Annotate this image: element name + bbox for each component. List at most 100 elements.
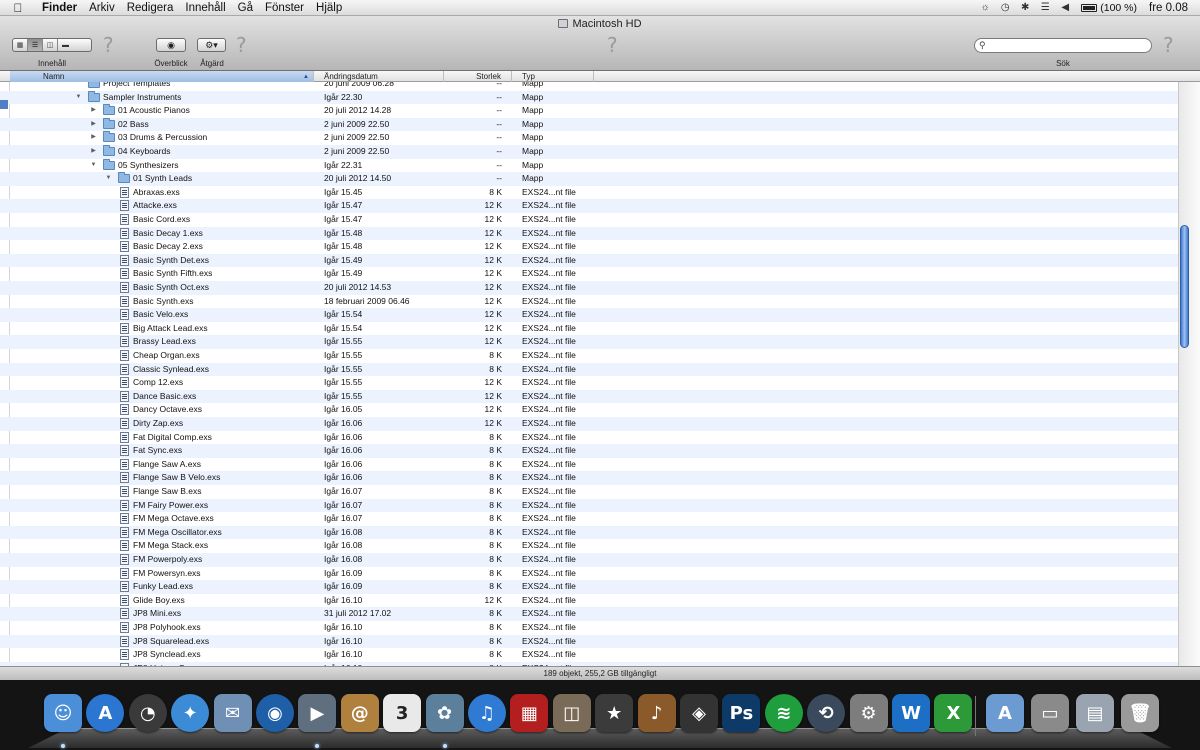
file-row[interactable]: Comp 12.exs Igår 15.55 12 K EXS24...nt file (0, 376, 1178, 390)
file-row[interactable]: Funky Lead.exs Igår 16.09 8 K EXS24...nt fi… (0, 580, 1178, 594)
bluetooth-icon[interactable]: ✱ (1015, 0, 1035, 16)
file-row[interactable]: Dance Basic.exs Igår 15.55 12 K EXS24...nt … (0, 389, 1178, 404)
dashboard-icon[interactable]: ◔ (128, 694, 167, 732)
menu-clock[interactable]: fre 0.08 (1143, 0, 1194, 16)
facetime-icon[interactable]: ▶ (298, 694, 337, 732)
disclosure-open-icon[interactable]: ▼ (89, 159, 98, 173)
file-row[interactable]: Classic Synlead.exs Igår 15.55 8 K EXS24...… (0, 362, 1178, 377)
safari-icon[interactable]: ✦ (171, 694, 210, 732)
disclosure-closed-icon[interactable]: ▶ (89, 118, 98, 132)
file-row[interactable]: Basic Synth Det.exs Igår 15.49 12 K EXS24..… (0, 253, 1178, 268)
file-row[interactable]: FM Mega Oscillator.exs Igår 16.08 8 K EXS24… (0, 525, 1178, 540)
word-icon[interactable]: W (892, 694, 930, 732)
file-row[interactable]: Basic Synth.exs 18 februari 2009 06.46 12 … (0, 295, 1178, 309)
trash-icon[interactable]: 🗑 (1121, 694, 1159, 732)
system-preferences-icon[interactable]: ⚙ (849, 694, 888, 732)
disclosure-closed-icon[interactable]: ▶ (89, 104, 98, 118)
folder-row[interactable]: ▶ 02 Bass 2 juni 2009 22.50 -- Mapp (0, 117, 1178, 132)
file-row[interactable]: Basic Decay 1.exs Igår 15.48 12 K EXS24...n… (0, 226, 1178, 241)
menu-fonster[interactable]: Fönster (259, 0, 310, 16)
file-row[interactable]: Dirty Zap.exs Igår 16.06 12 K EXS24...nt fi… (0, 417, 1178, 431)
search-field[interactable]: ⚲ (974, 38, 1152, 53)
imovie-icon[interactable]: ★ (595, 694, 634, 732)
file-row[interactable]: Basic Synth Oct.exs 20 juli 2012 14.53 12 … (0, 281, 1178, 295)
excel-icon[interactable]: X (934, 694, 973, 732)
file-row[interactable]: FM Mega Octave.exs Igår 16.07 8 K EXS24...n… (0, 512, 1178, 526)
list-view-icon[interactable]: ☰ (28, 39, 43, 51)
folder-row[interactable]: ▼ Sampler Instruments Igår 22.30 -- Mapp (0, 90, 1178, 105)
app-store-icon[interactable]: A (86, 694, 125, 732)
sync-status-icon[interactable]: ☼ (975, 0, 995, 16)
disclosure-closed-icon[interactable]: ▶ (89, 131, 98, 145)
search-input[interactable] (989, 40, 1147, 51)
column-size[interactable]: Storlek (444, 71, 512, 82)
file-row[interactable]: FM Powersyn.exs Igår 16.09 8 K EXS24...nt f… (0, 567, 1178, 581)
wifi-icon[interactable]: ☰ (1035, 0, 1055, 16)
menu-innehall[interactable]: Innehåll (179, 0, 231, 16)
cover-flow-icon[interactable]: ▬ (58, 39, 73, 51)
finder-icon[interactable]: ☺ (44, 694, 82, 732)
file-row[interactable]: JP8 Squarelead.exs Igår 16.10 8 K EXS24...n… (0, 634, 1178, 649)
disclosure-open-icon[interactable]: ▼ (74, 91, 83, 105)
spotify-icon[interactable]: ≋ (764, 694, 803, 732)
preview-icon[interactable]: ◫ (552, 694, 591, 732)
file-row[interactable]: Flange Saw B Velo.exs Igår 16.06 8 K EXS24.… (0, 471, 1178, 485)
action-button[interactable]: ⚙▾ (197, 38, 226, 52)
itunes-radio-icon[interactable]: ◉ (256, 694, 294, 732)
folder-row[interactable]: ▶ 04 Keyboards 2 juni 2009 22.50 -- Mapp (0, 145, 1178, 159)
file-row[interactable]: Dancy Octave.exs Igår 16.05 12 K EXS24...nt… (0, 403, 1178, 417)
file-row[interactable]: Flange Saw B.exs Igår 16.07 8 K EXS24...nt … (0, 485, 1178, 499)
applications-folder-icon[interactable]: A (986, 694, 1024, 732)
file-row[interactable]: Fat Digital Comp.exs Igår 16.06 8 K EXS24..… (0, 431, 1178, 445)
file-row[interactable]: Basic Cord.exs Igår 15.47 12 K EXS24...nt f… (0, 213, 1178, 227)
folder-row[interactable]: ▶ 01 Acoustic Pianos 20 juli 2012 14.28 -- M… (0, 104, 1178, 118)
column-date[interactable]: Ändringsdatum (314, 71, 444, 82)
photoshop-icon[interactable]: Ps (722, 694, 761, 732)
folder-row[interactable]: ▶ 03 Drums & Percussion 2 juni 2009 22.50 -… (0, 131, 1178, 145)
file-row[interactable]: Basic Velo.exs Igår 15.54 12 K EXS24...nt f… (0, 308, 1178, 322)
column-view-icon[interactable]: ◫ (43, 39, 58, 51)
folder-row[interactable]: ▼ 05 Synthesizers Igår 22.31 -- Mapp (0, 158, 1178, 173)
downloads-stack-icon[interactable]: ▤ (1076, 694, 1114, 732)
garageband-icon[interactable]: ♪ (637, 694, 676, 732)
icon-view-icon[interactable]: ▦ (13, 39, 28, 51)
battery-status[interactable]: (100 %) (1075, 2, 1143, 14)
file-row[interactable]: Fat Sync.exs Igår 16.06 8 K EXS24...nt file (0, 444, 1178, 458)
calendar-icon[interactable]: 3 (383, 694, 422, 732)
photo-booth-icon[interactable]: ▦ (510, 694, 549, 732)
address-book-icon[interactable]: @ (340, 694, 379, 732)
folder-row[interactable]: Project Templates 20 juni 2009 06.28 -- Map… (0, 82, 1178, 91)
file-row[interactable]: Glide Boy.exs Igår 16.10 12 K EXS24...nt fi… (0, 594, 1178, 608)
file-row[interactable]: Basic Synth Fifth.exs Igår 15.49 12 K EXS24… (0, 267, 1178, 281)
disclosure-closed-icon[interactable]: ▶ (89, 145, 98, 159)
column-type[interactable]: Typ (512, 71, 594, 82)
file-row[interactable]: JP8 Mini.exs 31 juli 2012 17.02 8 K EXS24..… (0, 607, 1178, 621)
file-row[interactable]: Brassy Lead.exs Igår 15.55 12 K EXS24...nt … (0, 335, 1178, 349)
documents-stack-icon[interactable]: ▭ (1031, 694, 1069, 732)
vertical-scrollbar[interactable] (1178, 82, 1200, 666)
scrollbar-thumb[interactable] (1180, 225, 1189, 348)
time-machine-menu-icon[interactable]: ◷ (995, 0, 1015, 16)
menu-ga[interactable]: Gå (232, 0, 259, 16)
disclosure-open-icon[interactable]: ▼ (104, 172, 113, 186)
file-row[interactable]: Abraxas.exs Igår 15.45 8 K EXS24...nt file (0, 186, 1178, 200)
itunes-icon[interactable]: ♫ (468, 694, 506, 732)
file-row[interactable]: Flange Saw A.exs Igår 16.06 8 K EXS24...nt … (0, 458, 1178, 472)
file-row[interactable]: FM Fairy Power.exs Igår 16.07 8 K EXS24...n… (0, 498, 1178, 513)
menu-arkiv[interactable]: Arkiv (83, 0, 121, 16)
quick-look-button[interactable]: ◉ (156, 38, 186, 52)
folder-row[interactable]: ▼ 01 Synth Leads 20 juli 2012 14.50 -- Mapp (0, 172, 1178, 186)
column-name[interactable]: Namn ▲ (10, 71, 314, 82)
menu-redigera[interactable]: Redigera (121, 0, 180, 16)
file-row[interactable]: Attacke.exs Igår 15.47 12 K EXS24...nt file (0, 199, 1178, 213)
file-row[interactable]: JP8 Polyhook.exs Igår 16.10 8 K EXS24...nt … (0, 621, 1178, 635)
file-row[interactable]: FM Mega Stack.exs Igår 16.08 8 K EXS24...nt… (0, 539, 1178, 553)
volume-icon[interactable]: ◀ (1055, 0, 1075, 16)
file-row[interactable]: Cheap Organ.exs Igår 15.55 8 K EXS24...nt f… (0, 349, 1178, 363)
file-row[interactable]: JP8 Synclead.exs Igår 16.10 8 K EXS24...nt … (0, 648, 1178, 662)
activity-monitor-icon[interactable]: ◈ (680, 694, 718, 732)
file-row[interactable]: Big Attack Lead.exs Igår 15.54 12 K EXS24..… (0, 322, 1178, 336)
time-machine-icon[interactable]: ⟲ (807, 694, 846, 732)
file-row[interactable]: Basic Decay 2.exs Igår 15.48 12 K EXS24...n… (0, 240, 1178, 254)
menu-hjalp[interactable]: Hjälp (310, 0, 348, 16)
